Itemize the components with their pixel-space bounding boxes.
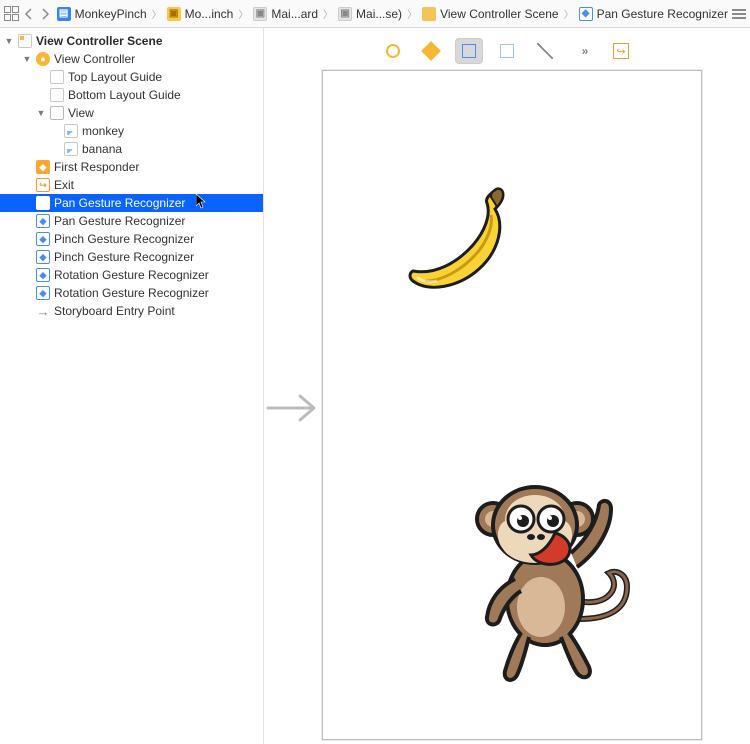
menu-icon[interactable] xyxy=(732,7,746,21)
outline-entrypoint-row[interactable]: → Storyboard Entry Point xyxy=(0,302,263,320)
chevron-right-icon: 〉 xyxy=(151,6,163,21)
exit-icon: ↪ xyxy=(36,178,50,192)
storyboard-icon: ▣ xyxy=(338,7,352,21)
outline-scene-row[interactable]: ▼ View Controller Scene xyxy=(0,32,263,50)
disclosure-triangle-icon[interactable]: ▼ xyxy=(4,36,14,46)
outline-layoutguide-row[interactable]: Top Layout Guide xyxy=(0,68,263,86)
viewcontroller-icon xyxy=(386,44,400,58)
project-icon: ▤ xyxy=(57,7,71,21)
breadcrumb-item[interactable]: ◆ Pan Gesture Recognizer xyxy=(577,7,730,21)
outline-firstresponder-row[interactable]: ◆ First Responder xyxy=(0,158,263,176)
storyboard-icon: ▣ xyxy=(253,7,267,21)
outline-view-row[interactable]: ▼ View xyxy=(0,104,263,122)
scene-toolbar: » ↪ xyxy=(264,28,750,68)
outline-imageview-row[interactable]: monkey xyxy=(0,122,263,140)
first-responder-icon xyxy=(421,41,441,61)
scene-icon xyxy=(422,7,436,21)
outline-gesture-row[interactable]: ◆ Rotation Gesture Recognizer xyxy=(0,266,263,284)
rotation-gesture-icon: ◆ xyxy=(36,268,50,282)
breadcrumb-item[interactable]: ▣ Mo...inch xyxy=(165,7,236,21)
outline-viewcontroller-row[interactable]: ▼ ● View Controller xyxy=(0,50,263,68)
outline-gesture-row[interactable]: ◆ Pan Gesture Recognizer xyxy=(0,212,263,230)
entry-arrow-icon: → xyxy=(36,304,50,318)
canvas[interactable]: » ↪ xyxy=(264,28,750,744)
disclosure-triangle-icon[interactable]: ▼ xyxy=(22,54,32,64)
chevron-right-icon: 〉 xyxy=(406,6,418,21)
grid-icon[interactable] xyxy=(4,6,20,22)
outline-gesture-row[interactable]: ◆ Pan Gesture Recognizer xyxy=(0,194,263,212)
breadcrumb-bar: ▤ MonkeyPinch 〉 ▣ Mo...inch 〉 ▣ Mai...ar… xyxy=(0,0,750,28)
document-outline: ▼ View Controller Scene ▼ ● View Control… xyxy=(0,28,264,744)
pinch-gesture-icon: ◆ xyxy=(36,232,50,246)
pinch-gesture-icon: ◆ xyxy=(36,250,50,264)
chevron-right-icon: 〉 xyxy=(563,6,575,21)
breadcrumb-item[interactable]: View Controller Scene xyxy=(420,7,561,21)
scene-icon xyxy=(18,34,32,48)
imageview-icon xyxy=(64,124,78,138)
first-responder-icon: ◆ xyxy=(36,160,50,174)
outline-gesture-row[interactable]: ◆ Rotation Gesture Recognizer xyxy=(0,284,263,302)
layout-guide-icon xyxy=(50,88,64,102)
nav-back-icon[interactable] xyxy=(22,6,36,22)
gesture-icon: ◆ xyxy=(579,7,593,21)
viewcontroller-button[interactable] xyxy=(379,38,407,64)
mouse-cursor-icon xyxy=(196,194,208,210)
gesture-button[interactable] xyxy=(455,38,483,64)
view-icon xyxy=(50,106,64,120)
outline-exit-row[interactable]: ↪ Exit xyxy=(0,176,263,194)
monkey-image[interactable] xyxy=(459,469,639,689)
outline-gesture-row[interactable]: ◆ Pinch Gesture Recognizer xyxy=(0,230,263,248)
breadcrumb-item[interactable]: ▣ Mai...ard xyxy=(251,7,320,21)
gesture-icon xyxy=(500,44,514,58)
outline-imageview-row[interactable]: banana xyxy=(0,140,263,158)
pan-gesture-icon: ◆ xyxy=(36,196,50,210)
rotation-gesture-icon: ◆ xyxy=(36,286,50,300)
firstresponder-button[interactable] xyxy=(417,38,445,64)
chevron-right-icon: 〉 xyxy=(237,6,249,21)
folder-icon: ▣ xyxy=(167,7,181,21)
outline-gesture-row[interactable]: ◆ Pinch Gesture Recognizer xyxy=(0,248,263,266)
chevron-right-icon: 〉 xyxy=(322,6,334,21)
chevrons-right-icon: » xyxy=(582,44,585,58)
imageview-icon xyxy=(64,142,78,156)
scene-view[interactable] xyxy=(322,70,702,740)
gesture-icon xyxy=(462,44,476,58)
entry-point-arrow-icon[interactable] xyxy=(264,388,324,428)
exit-button[interactable]: ↪ xyxy=(607,38,635,64)
disclosure-triangle-icon[interactable]: ▼ xyxy=(36,108,46,118)
banana-image[interactable] xyxy=(399,185,519,295)
exit-icon: ↪ xyxy=(613,43,629,59)
nav-forward-icon[interactable] xyxy=(38,6,52,22)
layout-guide-icon xyxy=(50,70,64,84)
viewcontroller-icon: ● xyxy=(36,52,50,66)
more-button[interactable]: » xyxy=(569,38,597,64)
pan-gesture-icon: ◆ xyxy=(36,214,50,228)
constraint-icon xyxy=(537,43,553,59)
breadcrumb-item[interactable]: ▣ Mai...se) xyxy=(336,7,404,21)
breadcrumb-item[interactable]: ▤ MonkeyPinch xyxy=(55,7,149,21)
constraint-button[interactable] xyxy=(531,38,559,64)
gesture-button[interactable] xyxy=(493,38,521,64)
outline-layoutguide-row[interactable]: Bottom Layout Guide xyxy=(0,86,263,104)
